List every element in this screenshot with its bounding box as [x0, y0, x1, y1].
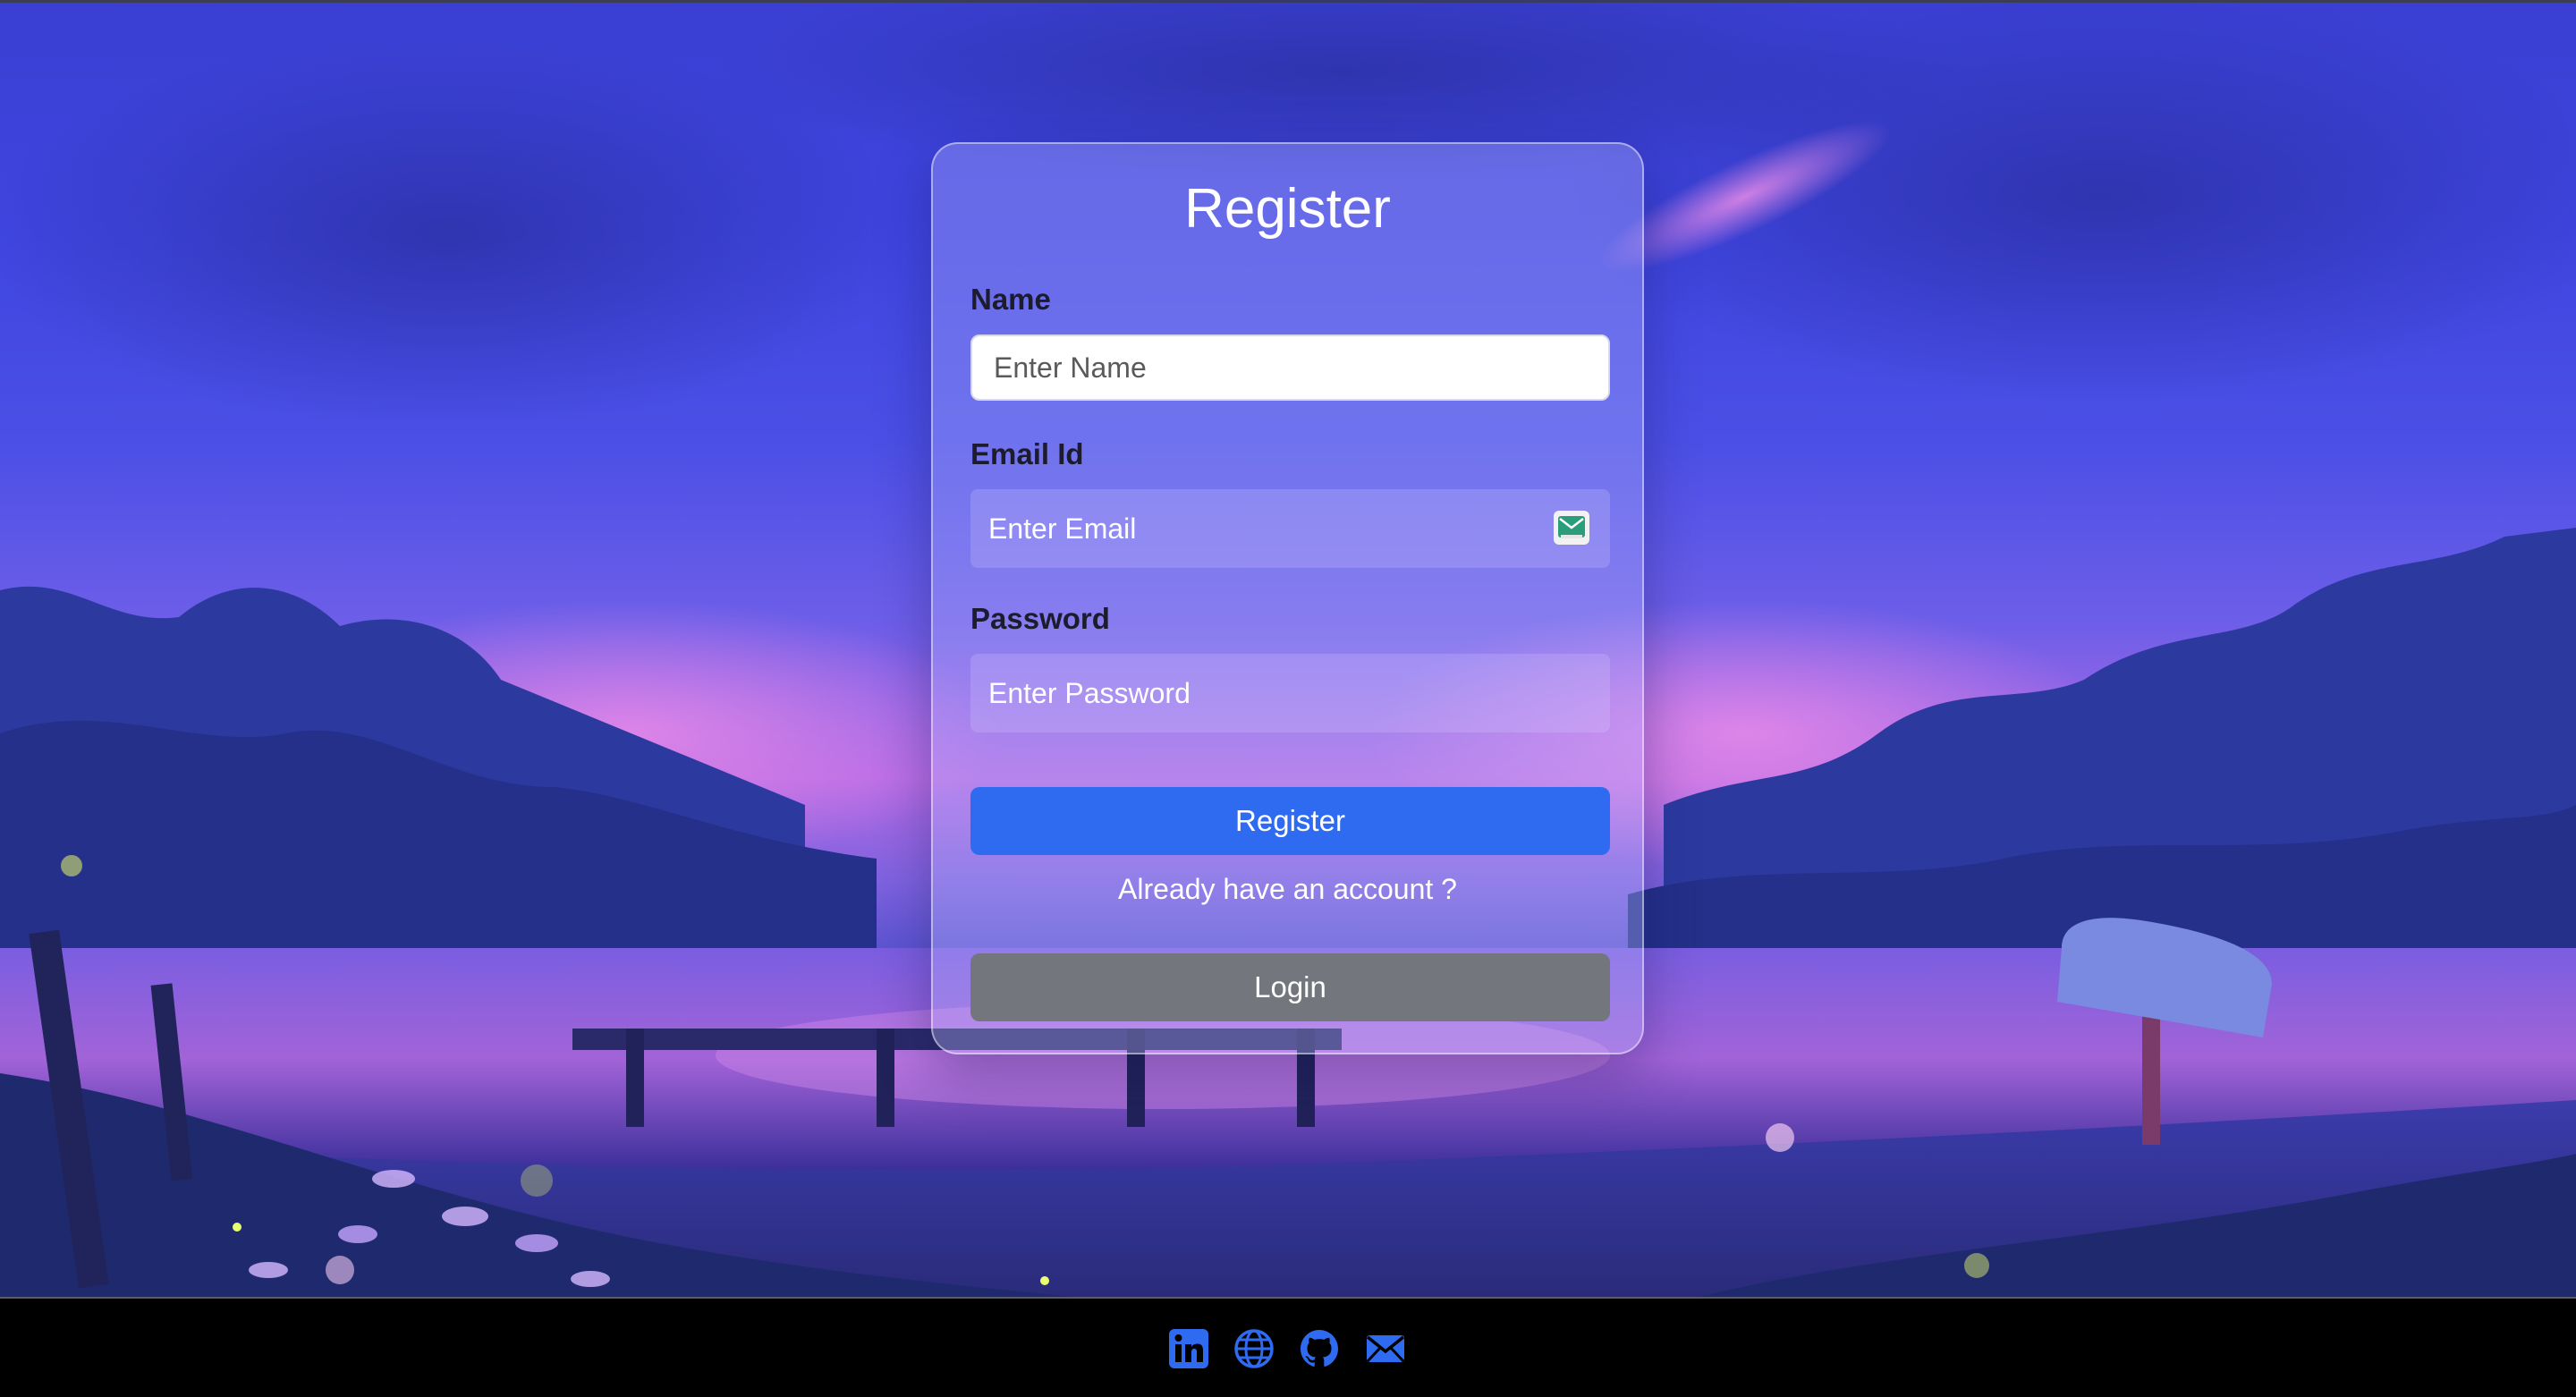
- footer: [0, 1297, 2576, 1397]
- already-have-account-link[interactable]: Already have an account ?: [933, 873, 1642, 906]
- name-label: Name: [970, 283, 1051, 316]
- form-title: Register: [1184, 178, 1391, 240]
- password-input[interactable]: [970, 654, 1610, 732]
- register-button[interactable]: Register: [970, 787, 1610, 855]
- globe-icon[interactable]: [1233, 1327, 1275, 1370]
- email-autofill-icon[interactable]: [1554, 511, 1589, 545]
- register-card: Register Name Email Id Password Register…: [931, 142, 1644, 1054]
- password-label: Password: [970, 602, 1110, 635]
- name-input[interactable]: [970, 334, 1610, 401]
- mail-icon[interactable]: [1364, 1327, 1407, 1370]
- login-button[interactable]: Login: [970, 953, 1610, 1021]
- github-icon[interactable]: [1298, 1327, 1341, 1370]
- page: Register Name Email Id Password Register…: [0, 0, 2576, 1397]
- email-label: Email Id: [970, 437, 1084, 470]
- email-input[interactable]: [970, 489, 1610, 568]
- linkedin-icon[interactable]: [1167, 1327, 1210, 1370]
